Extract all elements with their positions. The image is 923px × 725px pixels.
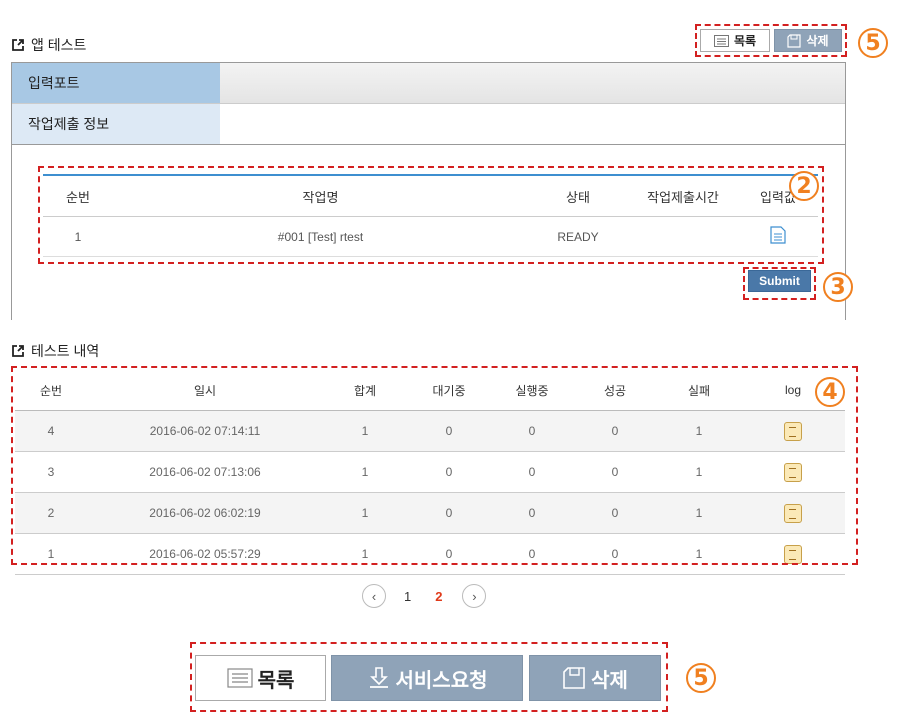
- marker-3-text: 3: [830, 274, 846, 300]
- delete-button-top-label: 삭제: [806, 34, 829, 48]
- job-submit-value: [220, 104, 845, 144]
- prev-page-button[interactable]: ‹: [362, 584, 386, 608]
- input-port-label: 입력포트: [12, 63, 220, 103]
- marker-5-top-text: 5: [865, 30, 881, 56]
- next-page-icon: ›: [472, 588, 477, 604]
- marker-2: 2: [789, 171, 819, 201]
- job-submit-row: 작업제출 정보: [12, 104, 845, 145]
- marker-5-top: 5: [858, 28, 888, 58]
- history-heading: 테스트 내역: [11, 341, 99, 361]
- disk-icon: [787, 33, 802, 48]
- input-port-value: [220, 63, 845, 103]
- marker-4-text: 4: [822, 379, 838, 405]
- list-icon: [713, 34, 729, 47]
- input-port-row: 입력포트: [12, 63, 845, 104]
- prev-page-icon: ‹: [371, 588, 377, 604]
- delete-button-bottom-label: 삭제: [591, 669, 628, 692]
- marker-2-text: 2: [796, 173, 812, 199]
- list-button-bottom[interactable]: 목록: [195, 655, 326, 701]
- marker-4: 4: [815, 377, 845, 407]
- app-test-title: 앱 테스트: [31, 37, 87, 53]
- submit-button[interactable]: Submit: [748, 270, 811, 292]
- service-request-label: 서비스요청: [395, 669, 488, 692]
- list-button-bottom-label: 목록: [257, 669, 295, 692]
- disk-icon: [563, 667, 585, 689]
- next-page-button[interactable]: ›: [462, 584, 487, 608]
- service-request-button[interactable]: 서비스요청: [331, 655, 523, 701]
- list-icon: [226, 668, 253, 688]
- page-link-1[interactable]: 1: [404, 589, 411, 604]
- external-link-icon: [12, 345, 24, 357]
- external-link-icon: [12, 39, 24, 51]
- job-submit-label: 작업제출 정보: [12, 104, 220, 144]
- delete-button-top[interactable]: 삭제: [774, 29, 842, 52]
- marker-3: 3: [823, 272, 853, 302]
- list-button-top-label: 목록: [733, 34, 757, 48]
- history-title: 테스트 내역: [31, 343, 100, 359]
- download-icon: [369, 667, 388, 688]
- page-link-2-current[interactable]: 2: [435, 589, 442, 604]
- list-button-top[interactable]: 목록: [700, 29, 770, 52]
- app-test-heading: 앱 테스트: [11, 35, 86, 55]
- pagination: ‹ 1 2 ›: [362, 584, 487, 608]
- job-table-highlight: [38, 166, 824, 264]
- marker-5-bottom-text: 5: [693, 665, 709, 691]
- history-table-highlight: [11, 366, 858, 565]
- delete-button-bottom[interactable]: 삭제: [529, 655, 661, 701]
- marker-5-bottom: 5: [686, 663, 716, 693]
